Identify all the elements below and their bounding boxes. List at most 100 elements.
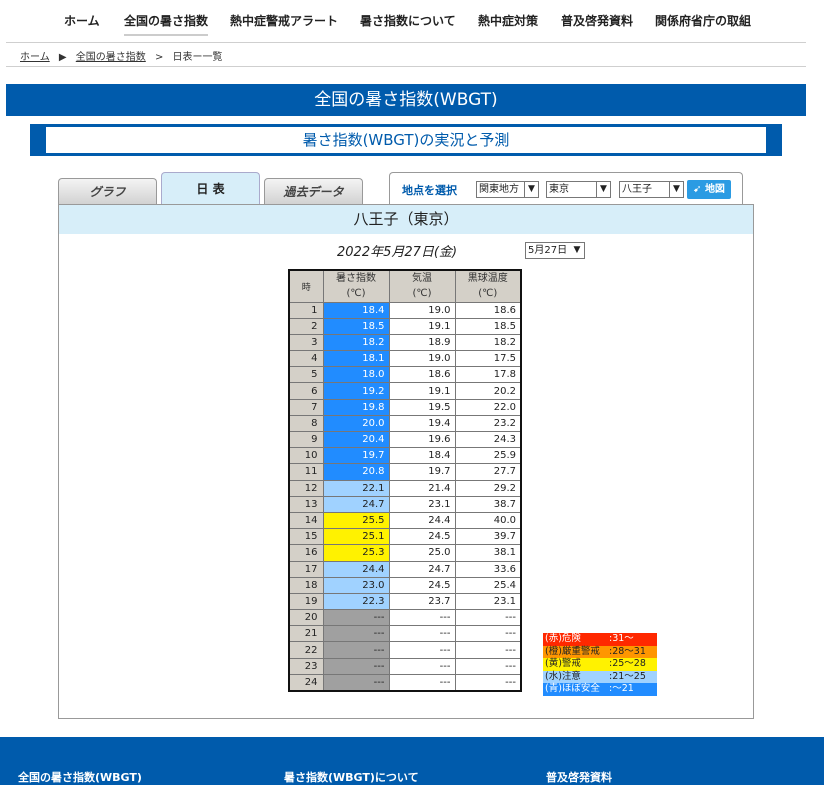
header-hour: 時 (288, 269, 324, 303)
header-temperature: 気温 (℃) (388, 269, 456, 303)
risk-legend: (赤)危険:31〜 (橙)厳重警戒:28〜31 (黄)警戒:25〜28 (水)注意:2… (543, 633, 657, 696)
table-row: 1 18.4 19.0 18.6 (288, 301, 522, 319)
nav-item-national-wbgt[interactable]: 全国の暑さ指数 (124, 12, 209, 36)
globe-temperature-cell: 18.6 (454, 301, 522, 319)
breadcrumb: ホーム ▶ 全国の暑さ指数 > 日表ー一覧 (20, 48, 223, 63)
temperature-cell: 24.4 (388, 511, 456, 530)
hour-cell: 2 (288, 317, 324, 335)
table-row: 14 25.5 24.4 40.0 (288, 511, 522, 530)
temperature-cell: 19.1 (388, 317, 456, 335)
temperature-cell: 24.5 (388, 576, 456, 594)
wbgt-cell: 19.8 (322, 398, 390, 416)
hour-cell: 13 (288, 495, 324, 513)
daily-table-panel: 八王子（東京） 2022年5月27日(金) 5月27日 ▼ 時 暑さ指数 (℃)… (58, 204, 754, 719)
table-row: 11 20.8 19.7 27.7 (288, 463, 522, 481)
header-globe-label: 黒球温度 (467, 273, 508, 285)
temperature-cell: 25.0 (388, 544, 456, 562)
wbgt-cell: --- (322, 625, 390, 643)
temperature-cell: --- (388, 625, 456, 643)
legend-level-name: (赤)危険 (545, 633, 581, 644)
temperature-cell: 24.7 (388, 560, 456, 578)
nav-item-awareness-materials[interactable]: 普及啓発資料 (561, 12, 633, 29)
header-globe-temperature: 黒球温度 (℃) (454, 269, 522, 303)
globe-temperature-cell: 25.9 (454, 447, 522, 465)
breadcrumb-current: 日表ー一覧 (172, 52, 223, 63)
table-row: 6 19.2 19.1 20.2 (288, 382, 522, 400)
station-select[interactable]: 八王子 ▼ (619, 181, 684, 198)
nav-item-heat-alert[interactable]: 熱中症警戒アラート (230, 12, 338, 29)
globe-temperature-cell: 33.6 (454, 560, 522, 578)
wbgt-cell: 23.0 (322, 576, 390, 594)
nav-item-home[interactable]: ホーム (64, 12, 100, 29)
hour-cell: 8 (288, 414, 324, 433)
hour-cell: 22 (288, 641, 324, 659)
tab-past-data[interactable]: 過去データ (264, 178, 363, 204)
globe-temperature-cell: 20.2 (454, 382, 522, 400)
nav-item-heatstroke-measures[interactable]: 熱中症対策 (478, 12, 538, 29)
temperature-cell: 24.5 (388, 528, 456, 546)
table-row: 20 --- --- --- (288, 609, 522, 627)
hour-cell: 17 (288, 560, 324, 578)
wbgt-cell: 22.1 (322, 479, 390, 497)
nav-item-about-wbgt[interactable]: 暑さ指数について (360, 12, 456, 29)
hour-cell: 7 (288, 398, 324, 416)
wbgt-table: 時 暑さ指数 (℃) 気温 (℃) 黒球温度 (℃) 1 18.4 19.0 18.6… (288, 269, 522, 692)
date-select-value: 5月27日 (528, 245, 568, 256)
station-select-value: 八王子 (622, 184, 652, 195)
table-row: 2 18.5 19.1 18.5 (288, 317, 522, 335)
hour-cell: 16 (288, 544, 324, 562)
prefecture-select[interactable]: 東京 ▼ (546, 181, 611, 198)
wbgt-cell: 18.1 (322, 350, 390, 368)
breadcrumb-separator-icon: > (154, 52, 164, 63)
globe-temperature-cell: 39.7 (454, 528, 522, 546)
breadcrumb-national-link[interactable]: 全国の暑さ指数 (76, 52, 146, 63)
wbgt-cell: 25.3 (322, 544, 390, 562)
globe-temperature-cell: 24.3 (454, 430, 522, 449)
tab-daily-table[interactable]: 日 表 (161, 172, 260, 204)
hour-cell: 10 (288, 447, 324, 465)
map-button[interactable]: ➹ 地図 (687, 180, 731, 199)
globe-temperature-cell: --- (454, 641, 522, 659)
footer-link-materials[interactable]: 普及啓発資料 (546, 769, 612, 785)
legend-item: (黄)警戒:25〜28 (543, 658, 657, 671)
header-temperature-label: 気温 (412, 273, 432, 285)
temperature-cell: 18.4 (388, 447, 456, 465)
header-temperature-unit: (℃) (412, 288, 432, 300)
globe-temperature-cell: 18.2 (454, 333, 522, 352)
temperature-cell: 19.1 (388, 382, 456, 400)
hour-cell: 15 (288, 528, 324, 546)
header-globe-unit: (℃) (478, 288, 498, 300)
breadcrumb-arrow-icon: ▶ (58, 52, 67, 63)
hour-cell: 3 (288, 333, 324, 352)
footer-link-about-wbgt[interactable]: 暑さ指数(WBGT)について (284, 769, 419, 785)
wbgt-cell: --- (322, 657, 390, 675)
footer-link-national-wbgt[interactable]: 全国の暑さ指数(WBGT) (18, 769, 142, 785)
table-row: 9 20.4 19.6 24.3 (288, 430, 522, 449)
header-wbgt-unit: (℃) (346, 288, 366, 300)
date-heading: 2022年5月27日(金) (337, 245, 458, 260)
region-select[interactable]: 関東地方 ▼ (476, 181, 539, 198)
wbgt-cell: 24.4 (322, 560, 390, 578)
map-button-label: 地図 (704, 184, 725, 195)
page-title: 全国の暑さ指数(WBGT) (6, 84, 806, 116)
nav-item-ministries[interactable]: 関係府省庁の取組 (655, 12, 751, 29)
footer: 全国の暑さ指数(WBGT) 暑さ指数(WBGT)について 普及啓発資料 (0, 737, 824, 785)
legend-level-name: (橙)厳重警戒 (545, 645, 600, 657)
table-row: 13 24.7 23.1 38.7 (288, 495, 522, 513)
wbgt-cell: 22.3 (322, 592, 390, 611)
date-select[interactable]: 5月27日 ▼ (525, 242, 585, 259)
page-subtitle: 暑さ指数(WBGT)の実況と予測 (46, 127, 766, 153)
station-title: 八王子（東京） (59, 205, 753, 234)
wbgt-cell: 20.4 (322, 430, 390, 449)
tab-graph[interactable]: グラフ (58, 178, 157, 204)
hour-cell: 19 (288, 592, 324, 611)
globe-temperature-cell: 17.8 (454, 366, 522, 384)
wbgt-cell: 18.2 (322, 333, 390, 352)
hour-cell: 24 (288, 673, 324, 692)
table-row: 7 19.8 19.5 22.0 (288, 398, 522, 416)
breadcrumb-home-link[interactable]: ホーム (20, 52, 50, 63)
temperature-cell: --- (388, 657, 456, 675)
table-row: 3 18.2 18.9 18.2 (288, 333, 522, 352)
table-row: 18 23.0 24.5 25.4 (288, 576, 522, 594)
region-select-value: 関東地方 (479, 184, 519, 195)
